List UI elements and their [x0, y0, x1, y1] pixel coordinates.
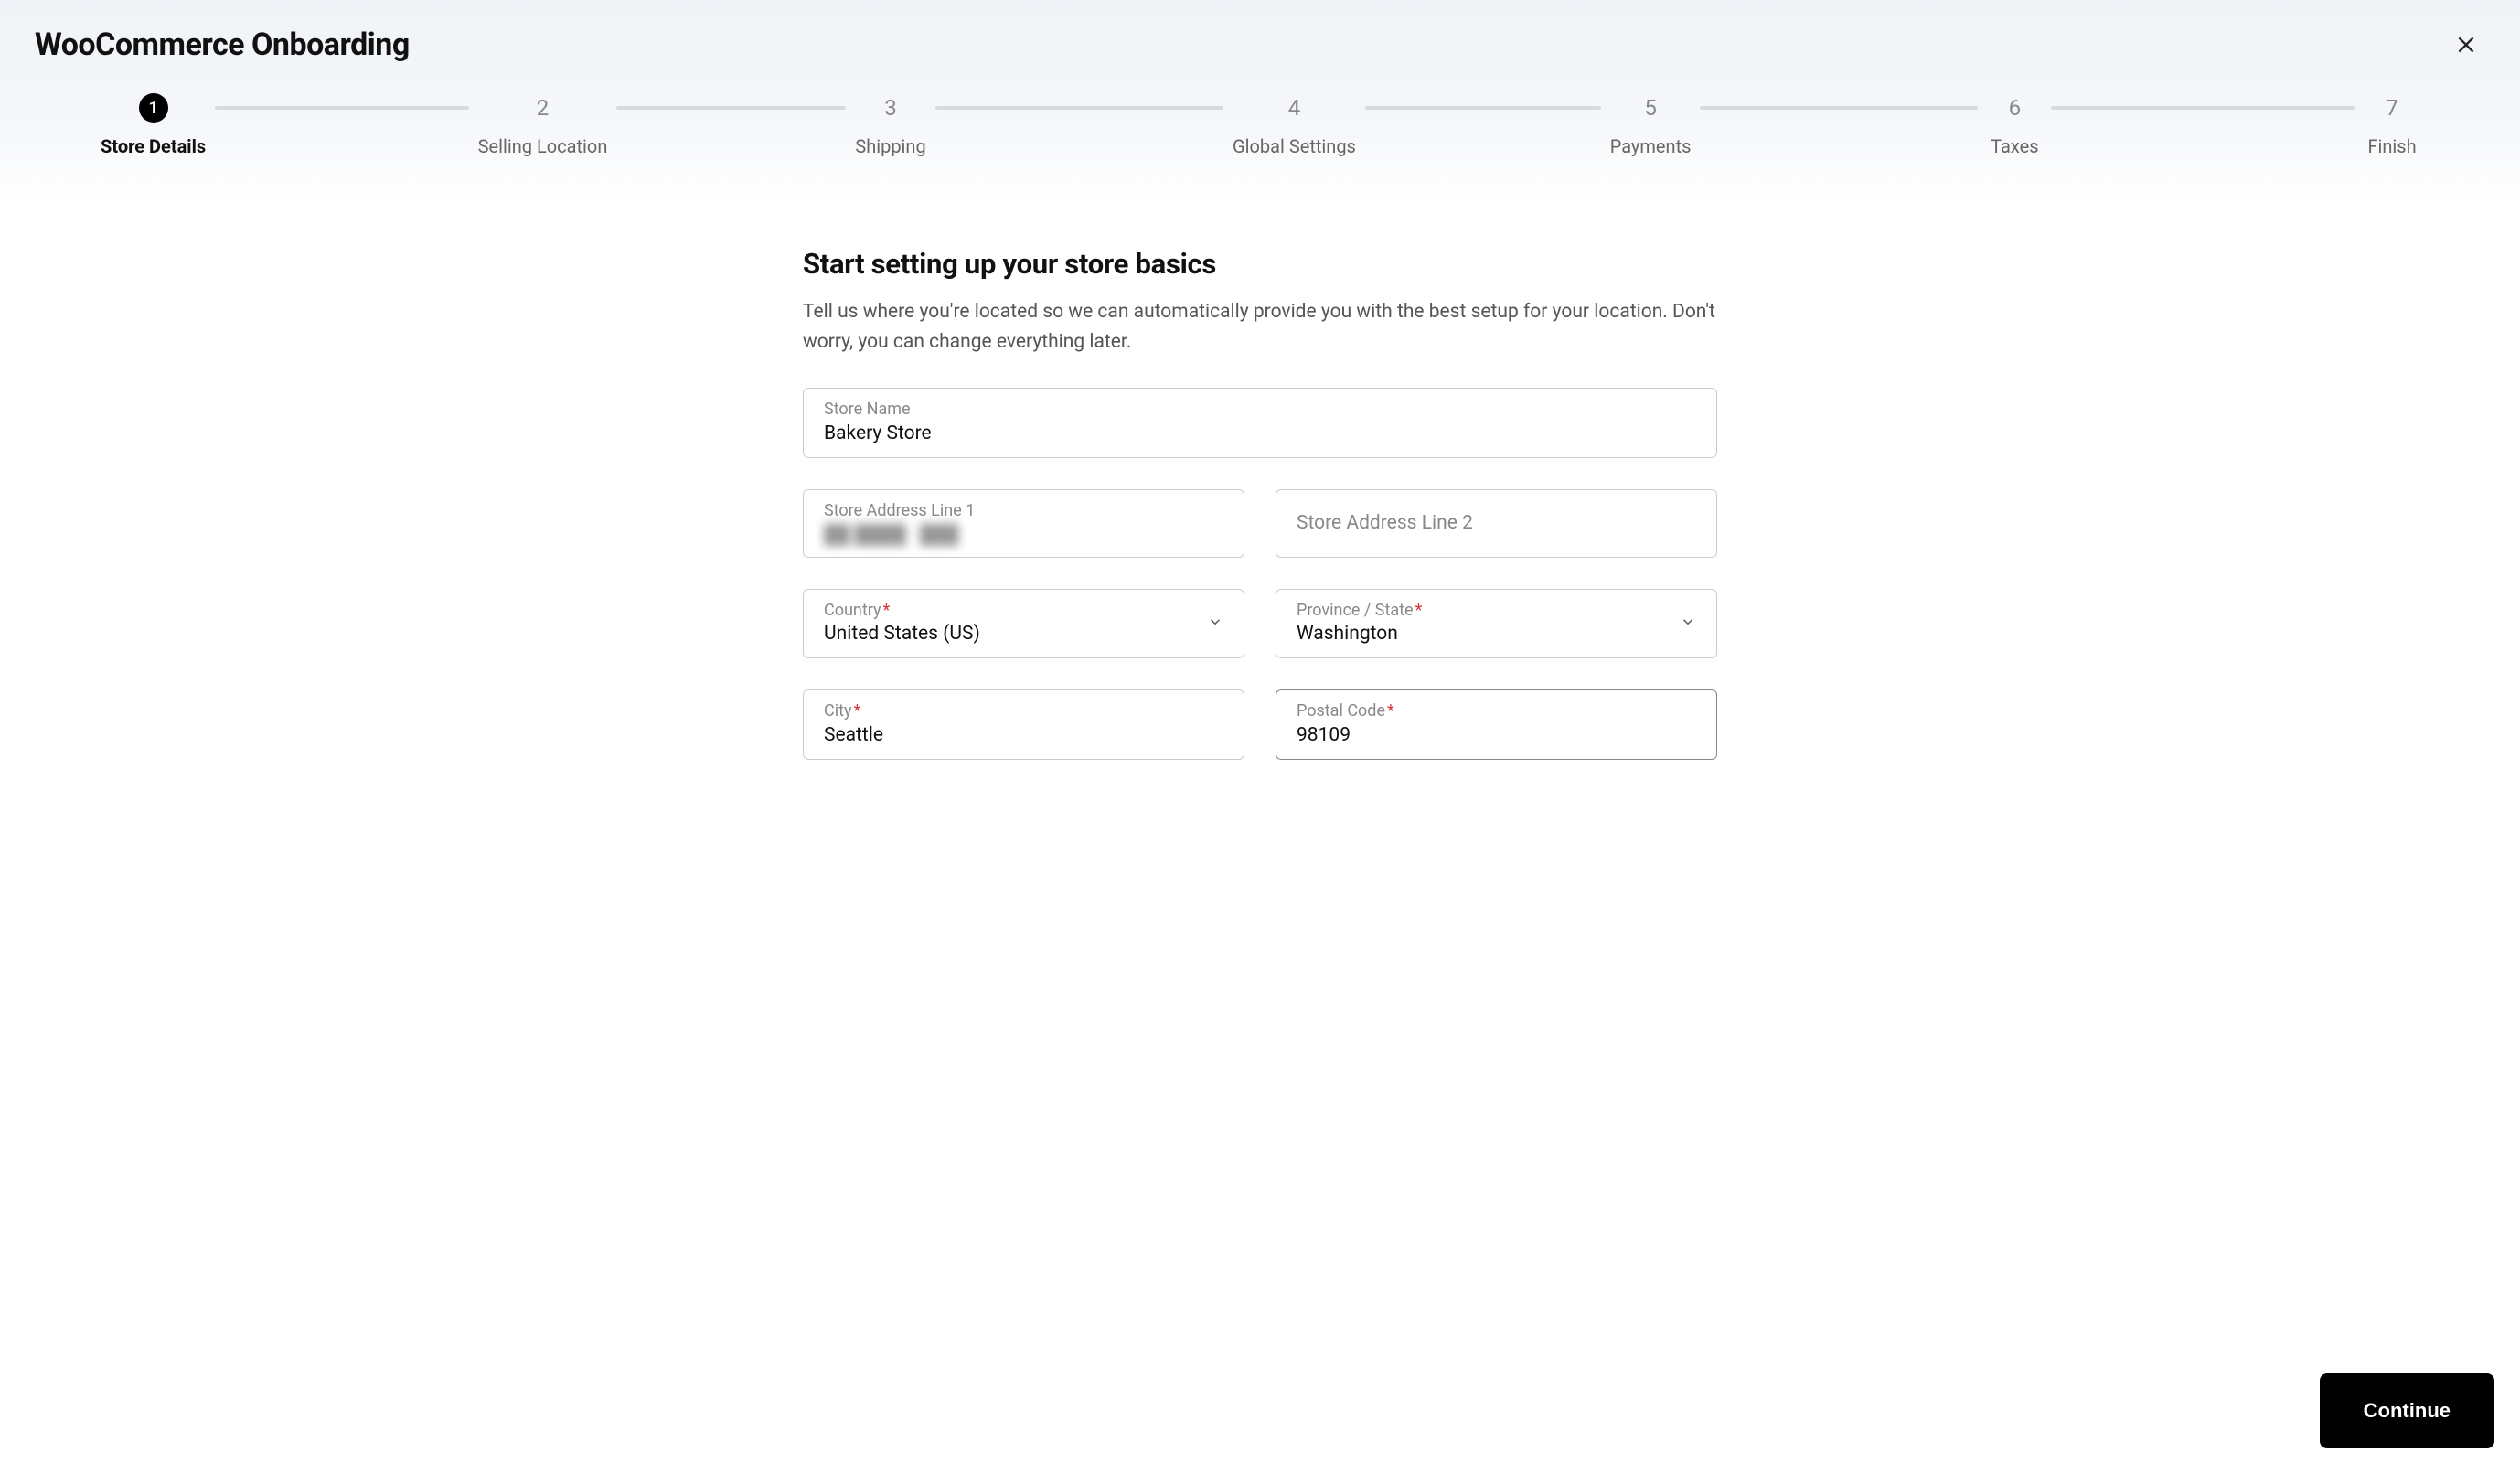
- step-connector: [1365, 106, 1601, 110]
- step-number: 5: [1636, 93, 1665, 123]
- step-5[interactable]: 5 Payments: [1610, 93, 1692, 157]
- step-number: 2: [529, 93, 558, 123]
- step-label: Finish: [2367, 135, 2416, 157]
- province-label-text: Province / State: [1297, 601, 1414, 620]
- continue-button[interactable]: Continue: [2320, 1373, 2494, 1448]
- postal-field[interactable]: Postal Code*: [1276, 689, 1717, 760]
- step-connector: [616, 106, 846, 110]
- stepper: 1 Store Details 2 Selling Location 3 Shipping…: [0, 86, 2520, 203]
- country-label-text: Country: [824, 601, 881, 620]
- city-input[interactable]: [824, 723, 1223, 748]
- step-3[interactable]: 3 Shipping: [855, 93, 925, 157]
- store-name-field[interactable]: Store Name: [803, 388, 1717, 458]
- form-content: Start setting up your store basics Tell …: [766, 203, 1754, 828]
- step-2[interactable]: 2 Selling Location: [478, 93, 608, 157]
- step-1[interactable]: 1 Store Details: [101, 93, 206, 157]
- close-icon: [2454, 33, 2478, 57]
- country-field[interactable]: Country* United States (US): [803, 589, 1244, 659]
- address2-field[interactable]: Store Address Line 2: [1276, 489, 1717, 558]
- header-bar: WooCommerce Onboarding: [0, 0, 2520, 86]
- step-number: 6: [2000, 93, 2029, 123]
- step-4[interactable]: 4 Global Settings: [1233, 93, 1356, 157]
- step-number: 4: [1279, 93, 1308, 123]
- step-number: 7: [2377, 93, 2407, 123]
- country-label: Country*: [824, 601, 1223, 621]
- form-heading: Start setting up your store basics: [803, 247, 1717, 281]
- postal-input[interactable]: [1297, 723, 1696, 748]
- store-name-input[interactable]: [824, 422, 1696, 446]
- province-field[interactable]: Province / State* Washington: [1276, 589, 1717, 659]
- step-connector: [1700, 106, 1978, 110]
- step-number: 1: [139, 93, 168, 123]
- city-label-text: City: [824, 701, 852, 721]
- step-number: 3: [876, 93, 905, 123]
- address1-field[interactable]: Store Address Line 1 ██ ████ ███: [803, 489, 1244, 558]
- postal-label: Postal Code*: [1297, 701, 1696, 721]
- country-value: United States (US): [824, 622, 1223, 646]
- store-name-label: Store Name: [824, 400, 1696, 420]
- page-title: WooCommerce Onboarding: [35, 27, 410, 63]
- city-field[interactable]: City*: [803, 689, 1244, 760]
- form-subheading: Tell us where you're located so we can a…: [803, 297, 1717, 357]
- step-label: Shipping: [855, 135, 925, 157]
- province-value: Washington: [1297, 622, 1696, 646]
- step-connector: [215, 106, 469, 110]
- address1-value-obscured: ██ ████ ███: [824, 523, 1223, 546]
- step-label: Store Details: [101, 135, 206, 157]
- close-button[interactable]: [2447, 26, 2485, 64]
- city-label: City*: [824, 701, 1223, 721]
- step-label: Selling Location: [478, 135, 608, 157]
- province-label: Province / State*: [1297, 601, 1696, 621]
- postal-label-text: Postal Code: [1297, 701, 1385, 721]
- address1-label: Store Address Line 1: [824, 501, 1223, 521]
- step-6[interactable]: 6 Taxes: [1987, 93, 2042, 157]
- step-7[interactable]: 7 Finish: [2365, 93, 2419, 157]
- step-label: Global Settings: [1233, 135, 1356, 157]
- address2-label: Store Address Line 2: [1297, 512, 1696, 535]
- step-connector: [2051, 106, 2355, 110]
- step-label: Payments: [1610, 135, 1692, 157]
- step-connector: [935, 106, 1223, 110]
- step-label: Taxes: [1991, 135, 2038, 157]
